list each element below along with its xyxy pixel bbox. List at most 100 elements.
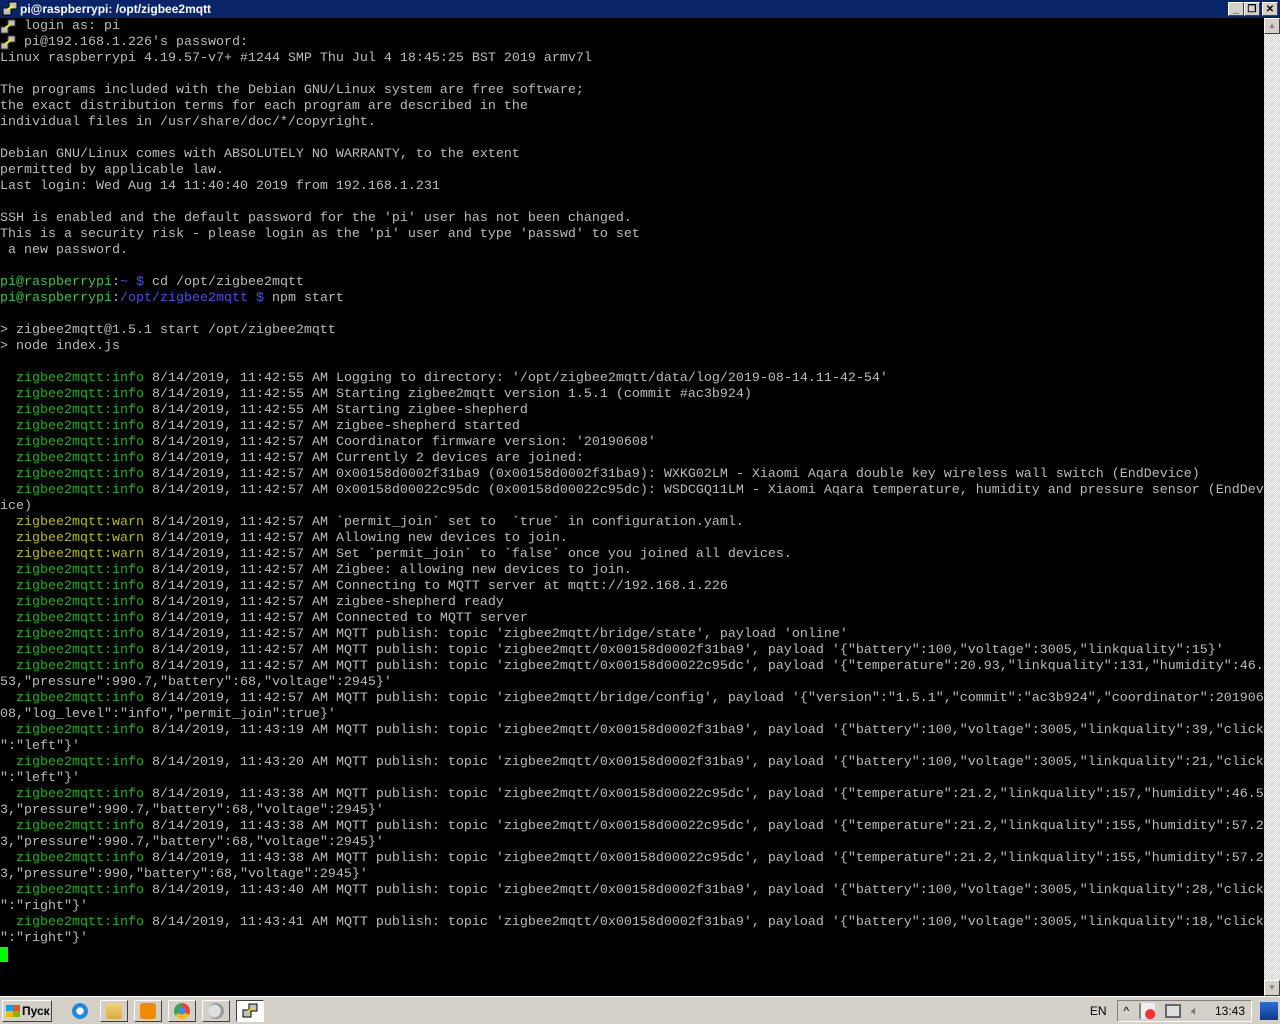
terminal-line: zigbee2mqtt:info 8/14/2019, 11:43:19 AM … [0,723,1264,739]
text-segment: 8/14/2019, 11:42:57 AM zigbee-shepherd s… [143,419,520,434]
text-segment: 8/14/2019, 11:43:38 AM MQTT publish: top… [143,819,1264,834]
text-segment: ":"left"}' [0,739,80,754]
log-level-prefix: zigbee2mqtt:info [16,819,144,834]
log-level-prefix: zigbee2mqtt:info [16,387,144,402]
log-level-prefix: zigbee2mqtt:info [16,595,144,610]
terminal-line: 08,"log_level":"info","permit_join":true… [0,707,1264,723]
window-title: pi@raspberrypi: /opt/zigbee2mqtt [20,2,212,16]
log-level-prefix: zigbee2mqtt:info [16,563,144,578]
terminal-line: a new password. [0,243,1264,259]
terminal-line: 3,"pressure":990,"battery":68,"voltage":… [0,867,1264,883]
log-level-prefix: zigbee2mqtt:info [16,579,144,594]
text-segment: login as: pi [16,19,120,34]
terminal-line: zigbee2mqtt:warn 8/14/2019, 11:42:57 AM … [0,531,1264,547]
action-center-flag-icon[interactable] [1139,1003,1156,1019]
taskbar-chrome[interactable] [168,999,196,1022]
text-segment: 3,"pressure":990.7,"battery":68,"voltage… [0,835,384,850]
text-segment: pi@192.168.1.226's password: [16,35,248,50]
text-segment: 8/14/2019, 11:42:57 AM Currently 2 devic… [143,451,584,466]
taskbar-paint[interactable] [202,999,230,1022]
text-segment [0,483,16,498]
log-level-prefix: zigbee2mqtt:info [16,627,144,642]
windows-logo-icon [6,1004,20,1017]
show-desktop-button[interactable] [1260,1002,1278,1020]
clock[interactable]: 13:43 [1215,1004,1245,1018]
terminal-line: ":"left"}' [0,771,1264,787]
text-segment: a new password. [0,243,128,258]
text-segment [0,755,16,770]
volume-icon[interactable]: 🔈︎ [1191,1003,1199,1019]
terminal-line: Last login: Wed Aug 14 11:40:40 2019 fro… [0,179,1264,195]
text-segment: > node index.js [0,339,120,354]
text-segment: cd /opt/zigbee2mqtt [143,275,304,290]
log-level-prefix: zigbee2mqtt:info [16,755,144,770]
taskbar-putty[interactable] [236,999,264,1022]
text-segment: : [111,291,120,306]
log-level-prefix: zigbee2mqtt:info [16,883,144,898]
text-segment [0,547,16,562]
text-segment: 8/14/2019, 11:42:57 AM 0x00158d0002f31ba… [143,467,1200,482]
terminal-line: individual files in /usr/share/doc/*/cop… [0,115,1264,131]
text-segment [0,371,16,386]
text-segment: /opt/zigbee2mqtt $ [119,291,264,306]
log-level-prefix: zigbee2mqtt:info [16,419,144,434]
terminal-line: pi@raspberrypi:~ $ cd /opt/zigbee2mqtt [0,275,1264,291]
terminal-output[interactable]: login as: pi pi@192.168.1.226's password… [0,18,1264,996]
log-level-prefix: zigbee2mqtt:info [16,659,144,674]
terminal-line: zigbee2mqtt:info 8/14/2019, 11:42:57 AM … [0,611,1264,627]
text-segment: 8/14/2019, 11:42:57 AM Allowing new devi… [143,531,568,546]
text-segment: ~ $ [119,275,144,290]
restore-button[interactable]: ❐ [1244,2,1260,16]
text-segment: 53,"pressure":990.7,"battery":68,"voltag… [0,675,392,690]
system-tray: ^ 🔈︎ 13:43 [1116,1000,1252,1022]
terminal-line: This is a security risk - please login a… [0,227,1264,243]
title-bar[interactable]: pi@raspberrypi: /opt/zigbee2mqtt _ ❐ ✕ [0,0,1280,18]
terminal-line: zigbee2mqtt:info 8/14/2019, 11:42:57 AM … [0,627,1264,643]
start-button[interactable]: Пуск [2,999,52,1022]
text-segment [0,851,16,866]
terminal-line: zigbee2mqtt:info 8/14/2019, 11:43:41 AM … [0,915,1264,931]
text-segment [0,563,16,578]
chrome-icon [174,1002,190,1019]
terminal-line: pi@raspberrypi:/opt/zigbee2mqtt $ npm st… [0,291,1264,307]
text-segment: 8/14/2019, 11:42:57 AM Connected to MQTT… [143,611,528,626]
tray-expand-icon[interactable]: ^ [1124,1004,1130,1018]
folder-icon [106,1002,122,1019]
text-segment: 8/14/2019, 11:42:57 AM MQTT publish: top… [143,627,848,642]
text-segment: 8/14/2019, 11:42:57 AM Connecting to MQT… [143,579,728,594]
text-segment: 8/14/2019, 11:43:38 AM MQTT publish: top… [143,787,1264,802]
taskbar-media-player[interactable] [134,999,162,1022]
network-icon[interactable] [1165,1004,1182,1018]
minimize-button[interactable]: _ [1228,2,1244,16]
text-segment: > zigbee2mqtt@1.5.1 start /opt/zigbee2mq… [0,323,336,338]
text-segment [0,627,16,642]
taskbar-ie[interactable] [66,1000,94,1022]
text-segment [0,403,16,418]
terminal-line: zigbee2mqtt:info 8/14/2019, 11:43:38 AM … [0,819,1264,835]
text-segment [0,691,16,706]
log-level-prefix: zigbee2mqtt:info [16,691,144,706]
text-segment: 8/14/2019, 11:42:57 AM Coordinator firmw… [143,435,656,450]
scroll-up-button[interactable]: ▲ [1264,18,1280,34]
text-segment [0,659,16,674]
text-segment: 8/14/2019, 11:42:57 AM Set `permit_join`… [143,547,792,562]
text-segment [0,643,16,658]
text-segment: 8/14/2019, 11:43:41 AM MQTT publish: top… [143,915,1264,930]
text-segment: 8/14/2019, 11:42:57 AM zigbee-shepherd r… [143,595,504,610]
scroll-down-button[interactable]: ▼ [1264,980,1280,996]
text-segment: pi@raspberrypi [0,275,112,290]
terminal-line: zigbee2mqtt:info 8/14/2019, 11:42:57 AM … [0,467,1264,483]
terminal-line: zigbee2mqtt:info 8/14/2019, 11:42:57 AM … [0,643,1264,659]
log-level-prefix: zigbee2mqtt:info [16,611,144,626]
language-indicator[interactable]: EN [1090,1004,1107,1018]
terminal-line: zigbee2mqtt:info 8/14/2019, 11:42:57 AM … [0,691,1264,707]
close-button[interactable]: ✕ [1262,2,1278,16]
terminal-line: zigbee2mqtt:info 8/14/2019, 11:42:57 AM … [0,419,1264,435]
taskbar-explorer[interactable] [100,999,128,1022]
terminal-cursor [0,947,8,962]
terminal-line: zigbee2mqtt:info 8/14/2019, 11:42:57 AM … [0,483,1264,499]
text-segment: 8/14/2019, 11:42:55 AM Starting zigbee2m… [143,387,752,402]
vertical-scrollbar[interactable]: ▲ ▼ [1264,18,1280,996]
terminal-line: the exact distribution terms for each pr… [0,99,1264,115]
